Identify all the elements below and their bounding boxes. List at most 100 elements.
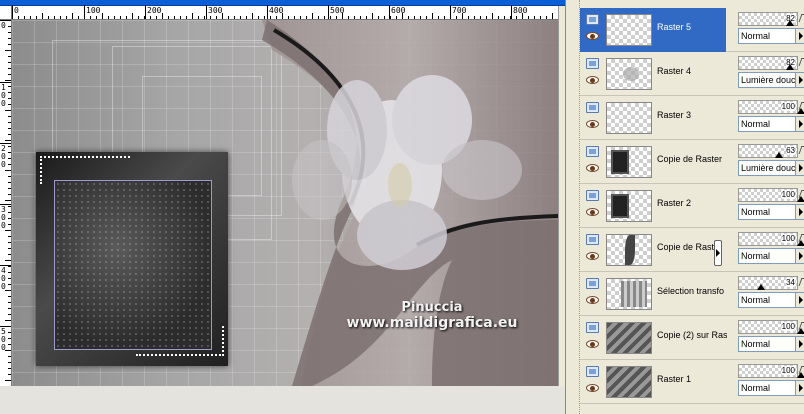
- blend-mode-select[interactable]: Normal: [738, 336, 804, 352]
- layer-visibility-icon[interactable]: [586, 190, 599, 201]
- layer-name-cell[interactable]: Copie de Raster: [580, 228, 726, 272]
- eye-icon[interactable]: [586, 164, 599, 172]
- layer-row[interactable]: Copie (2) sur Ras 100 Normal: [580, 316, 804, 360]
- blend-mode-value: Normal: [741, 295, 771, 305]
- ruler-minor-tick: [486, 16, 487, 19]
- opacity-slider[interactable]: 34: [738, 276, 798, 290]
- layer-visibility-icon[interactable]: [586, 234, 599, 245]
- pencil-icon[interactable]: [798, 366, 804, 374]
- pencil-icon[interactable]: [798, 190, 804, 198]
- ruler-label: 800: [513, 6, 528, 15]
- blend-mode-value: Normal: [741, 383, 771, 393]
- triangle-right-icon[interactable]: [795, 293, 804, 307]
- eye-icon[interactable]: [586, 340, 599, 348]
- triangle-right-icon[interactable]: [795, 337, 804, 351]
- layer-row[interactable]: Raster 3 100 Normal: [580, 96, 804, 140]
- pencil-icon[interactable]: [798, 322, 804, 330]
- eye-icon[interactable]: [586, 32, 599, 40]
- triangle-right-icon[interactable]: [795, 205, 804, 219]
- layer-name-cell[interactable]: Raster 4: [580, 52, 726, 96]
- eye-icon[interactable]: [586, 384, 599, 392]
- ruler-label: 700: [452, 6, 467, 15]
- opacity-marker-icon[interactable]: [775, 152, 783, 158]
- ruler-minor-tick: [96, 16, 97, 19]
- ruler-minor-tick: [498, 16, 499, 19]
- layer-row[interactable]: Raster 2 100 Normal: [580, 184, 804, 228]
- layer-row[interactable]: Raster 5 82 Normal: [580, 8, 804, 52]
- opacity-marker-icon[interactable]: [757, 284, 765, 290]
- ruler-minor-tick: [18, 16, 19, 19]
- blend-mode-select[interactable]: Normal: [738, 380, 804, 396]
- blend-mode-select[interactable]: Normal: [738, 204, 804, 220]
- eye-icon[interactable]: [586, 76, 599, 84]
- opacity-slider[interactable]: 82: [738, 12, 798, 26]
- blend-mode-select[interactable]: Lumière douce: [738, 72, 804, 88]
- pencil-icon[interactable]: [798, 58, 804, 66]
- vertical-scrollbar[interactable]: [558, 6, 565, 386]
- opacity-slider[interactable]: 100: [738, 100, 804, 114]
- layer-row[interactable]: Raster 4 82 Lumière douce: [580, 52, 804, 96]
- layer-row[interactable]: Copie de Raster 63 Lumière douce: [580, 140, 804, 184]
- layer-name-cell[interactable]: Raster 3: [580, 96, 726, 140]
- eye-icon[interactable]: [586, 208, 599, 216]
- layer-row[interactable]: Sélection transfo 34 Normal: [580, 272, 804, 316]
- layer-row[interactable]: Raster 1 100 Normal: [580, 360, 804, 404]
- eye-icon[interactable]: [586, 296, 599, 304]
- triangle-right-icon[interactable]: [795, 29, 804, 43]
- layer-visibility-icon[interactable]: [586, 322, 599, 333]
- layer-name-cell[interactable]: Raster 2: [580, 184, 726, 228]
- layer-name-cell[interactable]: Copie (2) sur Ras: [580, 316, 727, 360]
- triangle-right-icon[interactable]: [795, 117, 804, 131]
- thumb-stripes: [607, 323, 651, 353]
- opacity-slider[interactable]: 82: [738, 56, 798, 70]
- opacity-slider[interactable]: 63: [738, 144, 798, 158]
- blend-mode-select[interactable]: Normal: [738, 28, 804, 44]
- opacity-slider[interactable]: 100: [738, 232, 804, 246]
- layer-visibility-icon[interactable]: [586, 366, 599, 377]
- triangle-right-icon[interactable]: [795, 161, 804, 175]
- ruler-minor-tick: [8, 272, 11, 273]
- eye-icon[interactable]: [586, 252, 599, 260]
- ruler-minor-tick: [12, 13, 13, 19]
- layer-name-cell[interactable]: Raster 5: [580, 8, 726, 52]
- collapse-arrow-icon[interactable]: [714, 240, 722, 266]
- triangle-right-icon[interactable]: [795, 381, 804, 395]
- layer-visibility-icon[interactable]: [586, 146, 599, 157]
- pencil-icon[interactable]: [798, 234, 804, 242]
- opacity-marker-icon[interactable]: [786, 64, 794, 70]
- layer-name-cell[interactable]: Sélection transfo: [580, 272, 726, 316]
- opacity-slider[interactable]: 100: [738, 188, 804, 202]
- ruler-minor-tick: [8, 224, 11, 225]
- layer-name-cell[interactable]: Raster 1: [580, 360, 726, 404]
- ruler-minor-tick: [432, 13, 433, 19]
- pencil-icon[interactable]: [798, 14, 804, 22]
- ruler-minor-tick: [120, 16, 121, 19]
- opacity-slider[interactable]: 100: [738, 364, 804, 378]
- artwork-canvas[interactable]: Pinuccia www.maildigrafica.eu: [12, 20, 558, 386]
- layer-name: Raster 3: [657, 110, 692, 120]
- triangle-right-icon[interactable]: [795, 73, 804, 87]
- pencil-icon[interactable]: [798, 278, 804, 286]
- eye-icon[interactable]: [586, 120, 599, 128]
- blend-mode-select[interactable]: Normal: [738, 248, 804, 264]
- pencil-icon[interactable]: [798, 146, 804, 154]
- opacity-marker-icon[interactable]: [786, 20, 794, 26]
- dotted-corner-top-left: [40, 156, 130, 184]
- ruler-corner: [0, 6, 12, 20]
- layer-visibility-icon[interactable]: [586, 278, 599, 289]
- layer-row[interactable]: Copie de Raster 100 Normal: [580, 228, 804, 272]
- layer-visibility-icon[interactable]: [586, 14, 599, 25]
- ruler-minor-tick: [264, 16, 265, 19]
- layer-visibility-icon[interactable]: [586, 102, 599, 113]
- blend-mode-select[interactable]: Normal: [738, 292, 804, 308]
- triangle-right-icon[interactable]: [795, 249, 804, 263]
- opacity-slider[interactable]: 100: [738, 320, 804, 334]
- layer-name-cell[interactable]: Copie de Raster: [580, 140, 726, 184]
- blend-mode-select[interactable]: Normal: [738, 116, 804, 132]
- layer-visibility-icon[interactable]: [586, 58, 599, 69]
- ruler-label: 300: [208, 6, 223, 15]
- blend-mode-select[interactable]: Lumière douce: [738, 160, 804, 176]
- pencil-icon[interactable]: [798, 102, 804, 110]
- blend-mode-value: Normal: [741, 207, 771, 217]
- ruler-minor-tick: [504, 16, 505, 19]
